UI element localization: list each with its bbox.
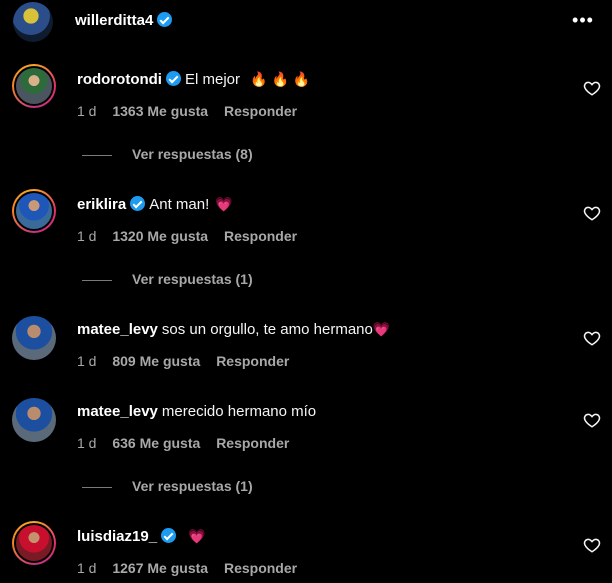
reply-button[interactable]: Responder [216,435,289,451]
comment-text-line: rodorotondi El mejor 🔥 🔥 🔥 [77,71,310,88]
post-author-username[interactable]: willerditta4 [75,12,173,29]
view-replies-button[interactable]: Ver respuestas (1) [82,478,253,494]
comment-text-line: matee_levy sos un orgullo, te amo hermano… [77,321,390,338]
reply-button[interactable]: Responder [224,103,297,119]
comment-text-line: matee_levy merecido hermano mío [77,403,316,420]
commenter-avatar[interactable] [12,398,56,442]
heart-outline-icon[interactable] [583,536,601,554]
comment-emoji: 💗 [188,528,206,544]
comment-text-line: eriklira Ant man! 💗 [77,196,233,213]
heart-outline-icon[interactable] [583,329,601,347]
comment-username[interactable]: matee_levy [77,321,158,338]
comment-text: sos un orgullo, te amo hermano [161,321,373,338]
comment-time[interactable]: 1 d [77,560,96,576]
replies-divider [82,486,112,488]
heart-outline-icon[interactable] [583,204,601,222]
comment-time[interactable]: 1 d [77,103,96,119]
more-options-icon[interactable]: ••• [572,11,594,32]
comment-meta: 1 d 1267 Me gusta Responder [77,560,309,576]
comment-meta: 1 d 1320 Me gusta Responder [77,228,309,244]
commenter-avatar[interactable] [12,316,56,360]
comment-text: El mejor [184,71,240,88]
view-replies-button[interactable]: Ver respuestas (1) [82,271,253,287]
commenter-avatar[interactable] [12,64,56,108]
comment-username[interactable]: eriklira [77,196,126,213]
commenter-avatar[interactable] [12,521,56,565]
comment-time[interactable]: 1 d [77,353,96,369]
comment-username[interactable]: matee_levy [77,403,158,420]
comment-emoji: 🔥 🔥 🔥 [250,71,311,87]
replies-divider [82,154,112,156]
replies-divider [82,279,112,281]
comment-time[interactable]: 1 d [77,228,96,244]
comment-emoji: 💗 [372,321,391,337]
comment-text-line: luisdiaz19_ 💗 [77,528,206,545]
verified-badge-icon [130,196,146,211]
verified-badge-icon [161,528,177,543]
reply-button[interactable]: Responder [224,560,297,576]
comment-meta: 1 d 636 Me gusta Responder [77,435,301,451]
verified-badge-icon [165,71,181,86]
comment-meta: 1 d 809 Me gusta Responder [77,353,301,369]
comment-username[interactable]: luisdiaz19_ [77,528,157,545]
comment-meta: 1 d 1363 Me gusta Responder [77,103,309,119]
reply-button[interactable]: Responder [216,353,289,369]
comment-likes[interactable]: 1320 Me gusta [112,228,208,244]
comment-time[interactable]: 1 d [77,435,96,451]
heart-outline-icon[interactable] [583,411,601,429]
verified-badge-icon [157,12,173,27]
comment-likes[interactable]: 809 Me gusta [112,353,200,369]
view-replies-button[interactable]: Ver respuestas (8) [82,146,253,162]
comment-likes[interactable]: 636 Me gusta [112,435,200,451]
comment-text: Ant man! [149,196,210,213]
reply-button[interactable]: Responder [224,228,297,244]
comment-username[interactable]: rodorotondi [77,71,162,88]
post-author-avatar[interactable] [13,2,53,42]
comment-likes[interactable]: 1363 Me gusta [112,103,208,119]
post-header: willerditta4 ••• [0,0,612,45]
comment-likes[interactable]: 1267 Me gusta [112,560,208,576]
comment-text: merecido hermano mío [161,403,317,420]
commenter-avatar[interactable] [12,189,56,233]
heart-outline-icon[interactable] [583,79,601,97]
comment-emoji: 💗 [215,196,233,212]
